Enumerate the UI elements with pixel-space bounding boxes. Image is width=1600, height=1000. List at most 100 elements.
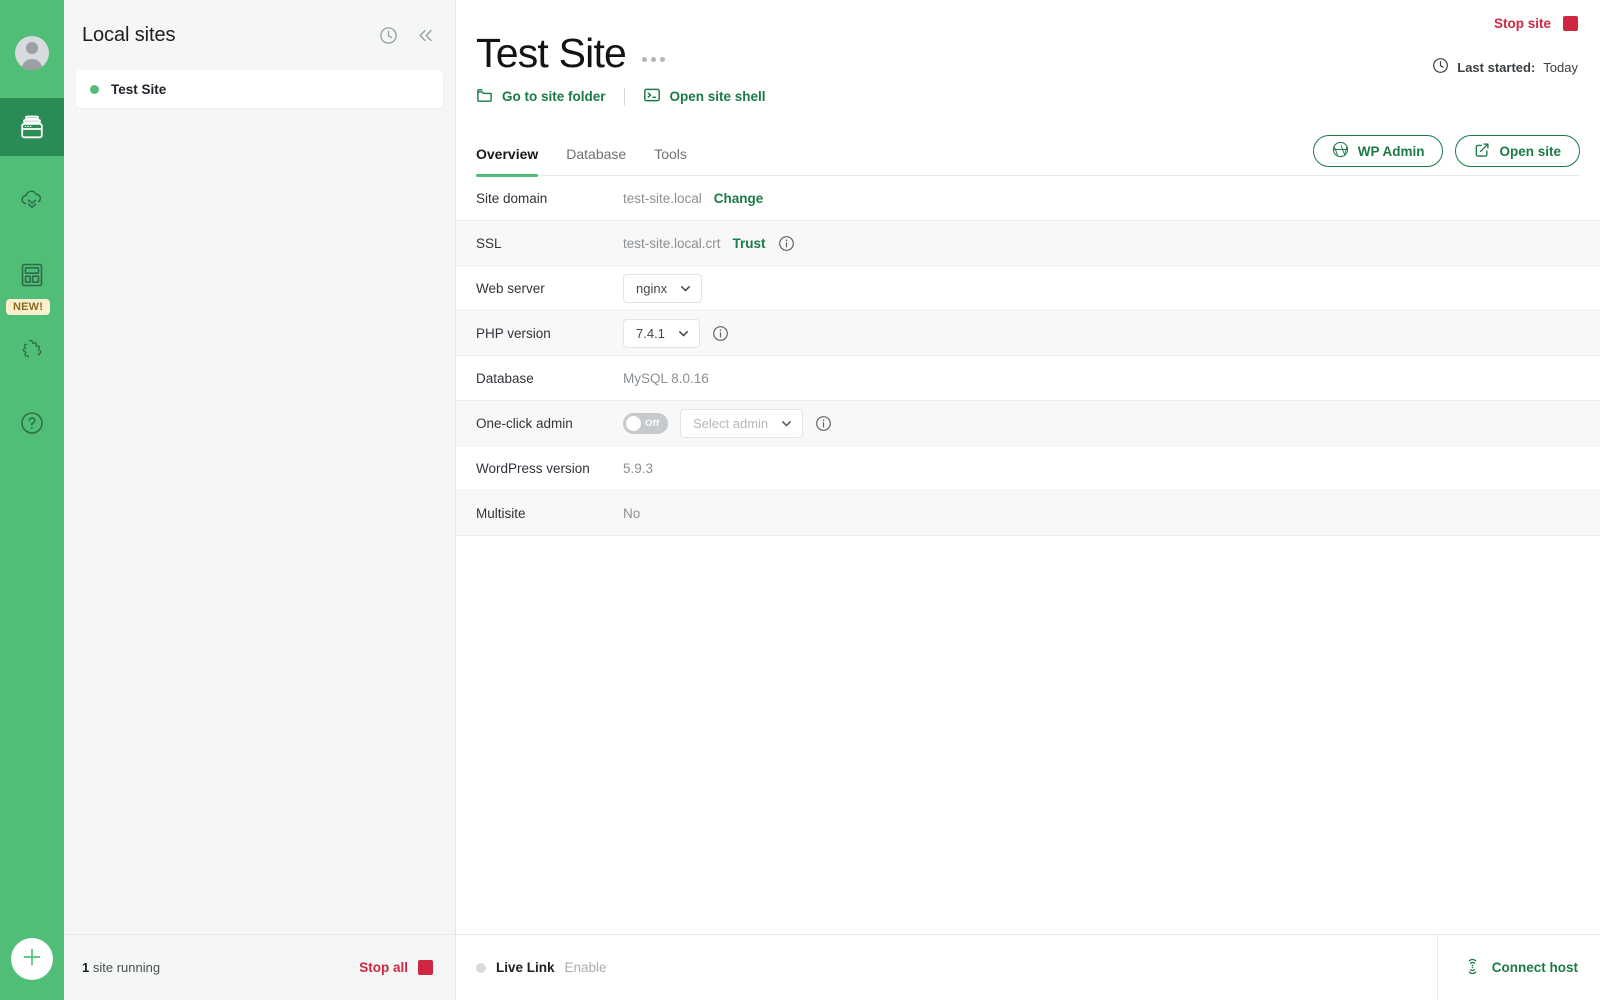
toggle-knob bbox=[626, 415, 641, 431]
web-server-value: nginx bbox=[636, 280, 668, 296]
wp-admin-button[interactable]: WP Admin bbox=[1312, 135, 1444, 167]
sidebar-item-help[interactable] bbox=[0, 394, 64, 452]
page-title: Local sites bbox=[82, 23, 176, 46]
blueprint-icon bbox=[17, 260, 47, 290]
plus-icon bbox=[19, 944, 45, 975]
sidebar-item-cloud-backups[interactable] bbox=[0, 172, 64, 230]
live-link-control[interactable]: Live Link Enable bbox=[476, 960, 607, 975]
folder-icon bbox=[476, 87, 493, 107]
tab-overview[interactable]: Overview bbox=[476, 146, 539, 177]
row-label-web-server: Web server bbox=[476, 280, 545, 296]
last-started-label: Last started: bbox=[1457, 59, 1536, 75]
add-site-button[interactable] bbox=[11, 938, 53, 980]
divider bbox=[623, 87, 625, 106]
cloud-backup-icon bbox=[17, 186, 47, 216]
change-domain-link[interactable]: Change bbox=[714, 191, 764, 206]
sidebar-item-blueprints[interactable]: NEW! bbox=[0, 246, 64, 315]
tab-database[interactable]: Database bbox=[566, 146, 626, 175]
running-count-text: 1 site running bbox=[82, 960, 160, 975]
info-icon[interactable] bbox=[778, 235, 795, 252]
puzzle-piece-icon bbox=[17, 334, 47, 364]
last-started-status: Last started: Today bbox=[1432, 57, 1578, 77]
site-name: Test Site bbox=[111, 81, 167, 97]
wordpress-version-value: 5.9.3 bbox=[623, 460, 654, 476]
status-dot-running bbox=[90, 84, 99, 94]
stop-site-label: Stop site bbox=[1493, 16, 1551, 31]
stop-all-button[interactable]: Stop all bbox=[359, 960, 433, 975]
terminal-icon bbox=[643, 86, 661, 107]
row-label-php-version: PHP version bbox=[476, 325, 551, 341]
chevron-double-left-icon[interactable] bbox=[416, 26, 435, 45]
web-server-select[interactable]: nginx bbox=[623, 273, 703, 303]
sidebar-item-sites[interactable] bbox=[0, 98, 64, 156]
toggle-state-label: Off bbox=[645, 417, 660, 429]
local-app-window: NEW! Local sites Test Site 1 site runnin… bbox=[0, 0, 1600, 1000]
site-domain-value: test-site.local bbox=[623, 190, 702, 206]
open-site-button[interactable]: Open site bbox=[1455, 135, 1580, 167]
chevron-down-icon bbox=[679, 282, 692, 295]
stop-square-icon bbox=[418, 960, 433, 975]
live-link-status-dot bbox=[476, 962, 486, 973]
question-circle-icon bbox=[18, 409, 46, 437]
sites-panel-footer: 1 site running Stop all bbox=[64, 934, 455, 1000]
stop-site-button[interactable]: Stop site bbox=[1494, 16, 1578, 31]
live-link-enable-button[interactable]: Enable bbox=[565, 960, 607, 975]
row-label-wordpress-version: WordPress version bbox=[476, 460, 590, 476]
avatar[interactable] bbox=[15, 36, 49, 70]
tab-bar: Overview Database Tools WP Admin Open si… bbox=[476, 135, 1580, 177]
local-sites-header: Local sites bbox=[64, 0, 455, 70]
site-header: Stop site Last started: Today Test Site bbox=[456, 0, 1600, 177]
ssl-cert-value: test-site.local.crt bbox=[623, 235, 721, 251]
select-admin-placeholder: Select admin bbox=[693, 415, 769, 431]
tab-tools[interactable]: Tools bbox=[654, 146, 687, 175]
last-started-value: Today bbox=[1543, 59, 1578, 75]
list-item[interactable]: Test Site bbox=[76, 70, 443, 108]
table-row: Database MySQL 8.0.16 bbox=[456, 356, 1600, 401]
table-row: Web server nginx bbox=[456, 266, 1600, 311]
chevron-down-icon bbox=[780, 417, 793, 430]
select-admin-dropdown[interactable]: Select admin bbox=[680, 408, 804, 438]
running-label: site running bbox=[92, 960, 161, 975]
open-site-shell-button[interactable]: Open site shell bbox=[643, 86, 766, 107]
row-label-ssl: SSL bbox=[476, 235, 502, 251]
php-version-select[interactable]: 7.4.1 bbox=[623, 318, 700, 348]
primary-nav-rail: NEW! bbox=[0, 0, 64, 1000]
go-to-site-folder-label: Go to site folder bbox=[502, 89, 606, 104]
table-row: One-click admin Off Select admin bbox=[456, 401, 1600, 446]
database-value: MySQL 8.0.16 bbox=[623, 370, 709, 386]
table-row: Site domain test-site.local Change bbox=[456, 176, 1600, 221]
table-row: WordPress version 5.9.3 bbox=[456, 446, 1600, 491]
connect-host-icon bbox=[1464, 957, 1481, 979]
more-options-button[interactable] bbox=[642, 57, 666, 76]
stop-all-label: Stop all bbox=[359, 960, 408, 975]
connect-host-button[interactable]: Connect host bbox=[1436, 934, 1600, 1000]
ellipsis-icon bbox=[642, 57, 648, 62]
multisite-value: No bbox=[623, 505, 641, 521]
row-label-site-domain: Site domain bbox=[476, 190, 548, 206]
stop-square-icon bbox=[1563, 16, 1578, 31]
info-icon[interactable] bbox=[815, 415, 832, 432]
php-version-value: 7.4.1 bbox=[636, 325, 665, 341]
connect-host-label: Connect host bbox=[1491, 960, 1578, 975]
external-link-icon bbox=[1474, 142, 1490, 161]
wp-admin-label: WP Admin bbox=[1357, 143, 1425, 159]
ellipsis-icon bbox=[660, 57, 666, 62]
sidebar-item-add-ons[interactable] bbox=[0, 320, 64, 378]
table-row: PHP version 7.4.1 bbox=[456, 311, 1600, 356]
trust-ssl-link[interactable]: Trust bbox=[733, 236, 766, 251]
ellipsis-icon bbox=[651, 57, 657, 62]
clock-icon[interactable] bbox=[379, 26, 398, 45]
one-click-admin-toggle[interactable]: Off bbox=[623, 412, 668, 434]
overview-details-table: Site domain test-site.local Change SSL t… bbox=[456, 176, 1600, 934]
wordpress-icon bbox=[1332, 141, 1349, 161]
open-site-label: Open site bbox=[1499, 143, 1561, 159]
clock-icon bbox=[1432, 57, 1449, 77]
go-to-site-folder-button[interactable]: Go to site folder bbox=[476, 87, 606, 107]
running-count: 1 bbox=[82, 960, 90, 975]
info-icon[interactable] bbox=[712, 325, 729, 342]
open-site-shell-label: Open site shell bbox=[669, 89, 766, 104]
main-content: Stop site Last started: Today Test Site bbox=[456, 0, 1600, 1000]
main-footer: Live Link Enable Connect host bbox=[456, 934, 1600, 1000]
row-label-multisite: Multisite bbox=[476, 505, 526, 521]
row-label-database: Database bbox=[476, 370, 534, 386]
